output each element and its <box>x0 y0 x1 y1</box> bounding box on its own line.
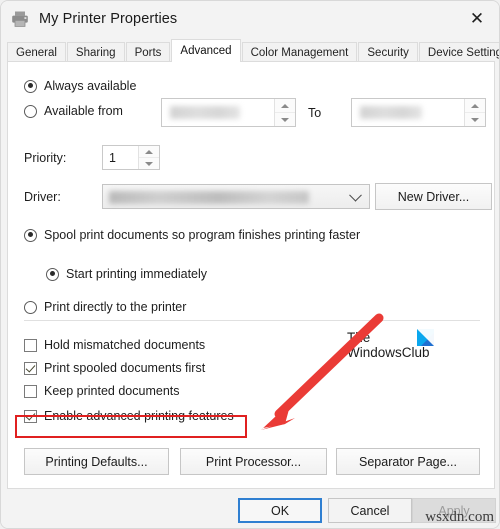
priority-down-button[interactable] <box>139 158 159 169</box>
available-to-time-spinner[interactable] <box>351 98 486 127</box>
tab-general[interactable]: General <box>7 42 66 62</box>
print-processor-button[interactable]: Print Processor... <box>180 448 327 475</box>
watermark-twc-line2: WindowsClub <box>347 345 430 360</box>
available-from-time-spinner[interactable] <box>161 98 296 127</box>
radio-available-from[interactable]: Available from <box>24 104 123 118</box>
from-spinner-down-button[interactable] <box>275 113 295 126</box>
caret-up-icon <box>145 149 153 154</box>
thewindowsclub-logo-icon <box>417 329 434 346</box>
priority-spinner-arrows <box>138 146 159 169</box>
priority-up-button[interactable] <box>139 146 159 158</box>
checkbox-keep-printed-indicator <box>24 384 37 398</box>
driver-label: Driver: <box>24 190 61 204</box>
priority-spinner[interactable]: 1 <box>102 145 160 170</box>
to-spinner-up-button[interactable] <box>465 99 485 113</box>
checkbox-hold-mismatched-documents[interactable]: Hold mismatched documents <box>24 338 205 352</box>
driver-combobox[interactable] <box>102 184 370 209</box>
new-driver-button[interactable]: New Driver... <box>375 183 492 210</box>
checkbox-hold-mismatched-indicator <box>24 338 37 352</box>
redacted-driver-name <box>109 191 309 204</box>
watermark-thewindowsclub: The WindowsClub <box>347 329 477 360</box>
section-divider <box>24 320 480 321</box>
close-icon[interactable]: ✕ <box>461 5 493 31</box>
checkbox-print-spooled-first-label: Print spooled documents first <box>44 361 206 375</box>
caret-up-icon <box>471 103 479 108</box>
checkbox-print-spooled-first-indicator <box>24 361 37 375</box>
radio-spool-print-documents[interactable]: Spool print documents so program finishe… <box>24 228 360 242</box>
redacted-value <box>360 106 422 119</box>
tab-sharing[interactable]: Sharing <box>66 42 125 62</box>
from-spinner-arrows <box>274 99 295 126</box>
from-spinner-up-button[interactable] <box>275 99 295 113</box>
radio-start-immediately-label: Start printing immediately <box>66 267 208 281</box>
printing-defaults-button[interactable]: Printing Defaults... <box>24 448 169 475</box>
chevron-down-icon <box>349 188 362 202</box>
separator-page-button[interactable]: Separator Page... <box>336 448 480 475</box>
cancel-button[interactable]: Cancel <box>328 498 412 523</box>
caret-down-icon <box>471 117 479 122</box>
radio-spool-indicator <box>24 228 37 242</box>
to-spinner-down-button[interactable] <box>465 113 485 126</box>
advanced-tab-panel: Always available Available from To Prior… <box>7 61 495 489</box>
to-label: To <box>308 106 322 120</box>
tab-color-management[interactable]: Color Management <box>241 42 358 62</box>
checkbox-enable-advanced-label: Enable advanced printing features <box>44 409 234 423</box>
radio-print-directly[interactable]: Print directly to the printer <box>24 300 186 314</box>
radio-available-from-label: Available from <box>44 104 123 118</box>
watermark-wsxdn: wsxdn.com <box>425 509 494 525</box>
window-title: My Printer Properties <box>39 11 178 27</box>
tab-device-settings[interactable]: Device Settings <box>418 42 499 62</box>
checkbox-print-spooled-first[interactable]: Print spooled documents first <box>24 361 205 375</box>
tab-strip: General Sharing Ports Advanced Color Man… <box>1 39 499 62</box>
radio-print-directly-indicator <box>24 300 37 314</box>
checkbox-hold-mismatched-label: Hold mismatched documents <box>44 338 206 352</box>
redacted-value <box>170 106 240 119</box>
title-bar: My Printer Properties ✕ <box>1 1 499 37</box>
checkbox-keep-printed-documents[interactable]: Keep printed documents <box>24 384 180 398</box>
printer-icon <box>10 9 30 29</box>
radio-start-printing-immediately[interactable]: Start printing immediately <box>46 267 207 281</box>
radio-spool-label: Spool print documents so program finishe… <box>44 228 361 242</box>
tab-ports[interactable]: Ports <box>125 42 171 62</box>
available-from-time-value[interactable] <box>162 99 274 126</box>
checkbox-keep-printed-label: Keep printed documents <box>44 384 180 398</box>
tab-security[interactable]: Security <box>358 42 418 62</box>
caret-down-icon <box>145 161 153 166</box>
caret-down-icon <box>281 117 289 122</box>
to-spinner-arrows <box>464 99 485 126</box>
checkbox-enable-advanced-indicator <box>24 409 37 423</box>
watermark-twc-line1: The <box>347 330 371 345</box>
ok-button[interactable]: OK <box>238 498 322 523</box>
priority-label: Priority: <box>24 151 67 165</box>
printer-properties-window: My Printer Properties ✕ General Sharing … <box>0 0 500 529</box>
radio-always-available-label: Always available <box>44 79 137 93</box>
printer-properties-screenshot: My Printer Properties ✕ General Sharing … <box>0 0 500 529</box>
radio-start-immediately-indicator <box>46 267 59 281</box>
priority-value[interactable]: 1 <box>103 146 138 169</box>
tab-advanced[interactable]: Advanced <box>171 39 241 62</box>
radio-always-available-indicator <box>24 79 37 93</box>
caret-up-icon <box>281 103 289 108</box>
radio-available-from-indicator <box>24 104 37 118</box>
radio-always-available[interactable]: Always available <box>24 79 136 93</box>
radio-print-directly-label: Print directly to the printer <box>44 300 187 314</box>
available-to-time-value[interactable] <box>352 99 464 126</box>
checkbox-enable-advanced-printing-features[interactable]: Enable advanced printing features <box>24 409 234 423</box>
